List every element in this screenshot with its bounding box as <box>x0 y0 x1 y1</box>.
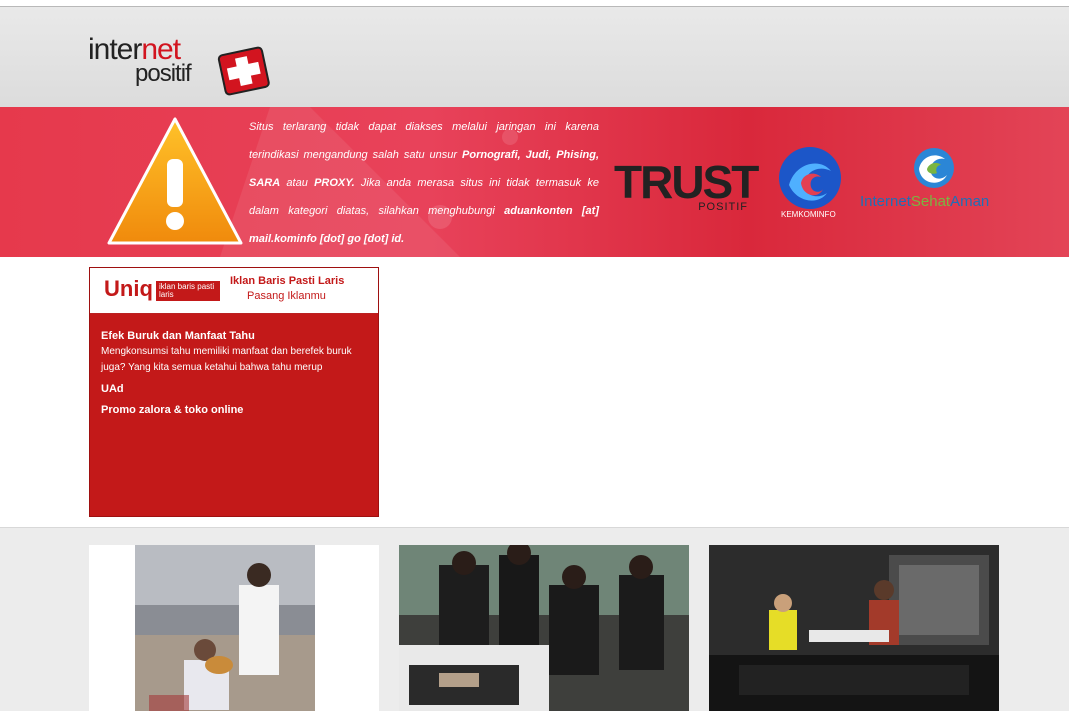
news-thumbnail-funeral[interactable] <box>399 545 689 711</box>
kominfo-logo-icon <box>779 147 841 209</box>
internet-sehat-aman-label: InternetSehatAman <box>860 193 990 210</box>
kominfo-label: KEMKOMINFO <box>781 210 836 219</box>
ad-cta-link[interactable]: Pasang Iklanmu <box>247 290 326 302</box>
logo-text-line2: positif <box>135 60 192 87</box>
blocked-message: Situs terlarang tidak dapat diakses mela… <box>249 121 600 245</box>
ad-item-title[interactable]: Efek Buruk dan Manfaat Tahu <box>101 330 255 342</box>
concert-photo <box>709 545 999 711</box>
trust-positif-logo: TRUST POSITIF <box>614 156 759 213</box>
uniq-ad-box[interactable]: Uniq iklan baris pasti laris Iklan Baris… <box>89 267 379 517</box>
ad-header[interactable]: Uniq iklan baris pasti laris Iklan Baris… <box>90 268 378 314</box>
funeral-photo <box>399 545 689 711</box>
ad-item-title[interactable]: UAd <box>101 383 124 395</box>
uniq-logo[interactable]: Uniq iklan baris pasti laris <box>104 276 220 302</box>
site-header: internet positif <box>0 7 1069 107</box>
top-border <box>0 0 1069 7</box>
news-thumbnail-concert[interactable] <box>709 545 999 711</box>
internet-positif-logo[interactable]: internet positif <box>88 35 278 97</box>
red-cross-icon <box>217 46 270 96</box>
blocked-site-banner: Situs terlarang tidak dapat diakses mela… <box>0 107 1069 257</box>
internet-sehat-aman-icon <box>914 148 954 188</box>
news-thumbnail-proposal[interactable] <box>89 545 379 711</box>
ad-item-text: Mengkonsumsi tahu memiliki manfaat dan b… <box>101 346 352 373</box>
warning-icon <box>107 117 243 245</box>
proposal-photo <box>135 545 315 711</box>
ad-headline[interactable]: Iklan Baris Pasti Laris <box>230 275 344 287</box>
ad-item-title[interactable]: Promo zalora & toko online <box>101 404 243 416</box>
